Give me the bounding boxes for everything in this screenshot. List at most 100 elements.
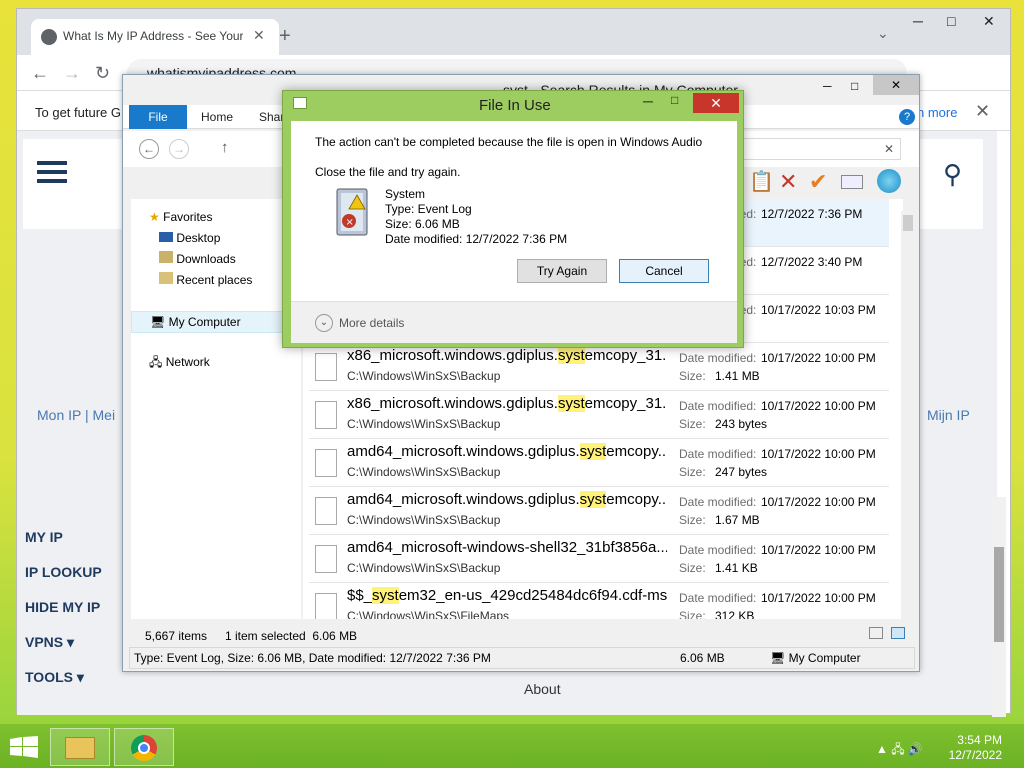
site-search-icon[interactable]: ⚲: [943, 159, 962, 190]
file-list-scrollbar[interactable]: [901, 211, 915, 621]
dialog-minimize-button[interactable]: ─: [643, 93, 653, 109]
file-path: C:\Windows\WinSxS\Backup: [347, 513, 501, 527]
computer-icon: 🖥: [770, 651, 786, 665]
list-item[interactable]: amd64_microsoft.windows.gdiplus.systemco…: [309, 439, 889, 487]
status-bar: 5,667 items 1 item selected 6.06 MB: [123, 623, 919, 647]
dialog-title: File In Use: [479, 97, 551, 114]
nav-downloads[interactable]: Downloads: [149, 249, 299, 270]
star-icon: ★: [149, 210, 160, 224]
nav-desktop[interactable]: Desktop: [149, 228, 299, 249]
dialog-instruction: Close the file and try again.: [315, 165, 461, 179]
tiles-view-icon[interactable]: [891, 627, 905, 639]
tab-share[interactable]: Shar: [259, 110, 284, 124]
scrollbar-thumb[interactable]: [994, 547, 1004, 642]
nav-favorites[interactable]: ★ Favorites: [149, 207, 299, 228]
about-link[interactable]: About: [524, 681, 561, 697]
selection-info: 1 item selected 6.06 MB: [225, 629, 358, 643]
list-item[interactable]: $$_system32_en-us_429cd25484dc6f94.cdf-m…: [309, 583, 889, 619]
dialog-body: The action can't be completed because th…: [291, 121, 737, 343]
tab-home[interactable]: Home: [201, 110, 233, 124]
file-name: amd64_microsoft-windows-shell32_31bf3856…: [347, 539, 667, 556]
chrome-tab-strip: What Is My IP Address - See Your ✕ + ⌄ ─…: [17, 9, 1010, 55]
chevron-down-icon[interactable]: ⌄: [315, 314, 333, 332]
folder-icon: [65, 737, 95, 759]
language-links[interactable]: Mon IP | Mei: [37, 407, 115, 423]
tab-file[interactable]: File: [129, 105, 187, 129]
details-view-icon[interactable]: [869, 627, 883, 639]
list-item[interactable]: x86_microsoft.windows.gdiplus.systemcopy…: [309, 343, 889, 391]
nav-recent-places[interactable]: Recent places: [149, 270, 299, 291]
file-path: C:\Windows\WinSxS\FileMaps: [347, 609, 510, 619]
clock[interactable]: 3:54 PM 12/7/2022: [940, 733, 1002, 763]
file-name: x86_microsoft.windows.gdiplus.systemcopy…: [347, 347, 667, 364]
tab-close-icon[interactable]: ✕: [253, 27, 265, 44]
file-name: x86_microsoft.windows.gdiplus.systemcopy…: [347, 395, 667, 412]
minimize-button[interactable]: ─: [913, 13, 923, 29]
up-icon[interactable]: ↑: [221, 139, 229, 156]
svg-text:×: ×: [346, 217, 354, 228]
more-details-toggle[interactable]: More details: [339, 316, 404, 330]
file-path: C:\Windows\WinSxS\Backup: [347, 561, 501, 575]
checkmark-icon[interactable]: ✔: [809, 169, 827, 195]
browser-tab[interactable]: What Is My IP Address - See Your ✕: [31, 19, 279, 55]
info-bar-text: To get future G: [35, 105, 121, 120]
file-path: C:\Windows\WinSxS\Backup: [347, 417, 501, 431]
tab-search-icon[interactable]: ⌄: [877, 25, 889, 42]
nav-my-computer[interactable]: 🖥 My Computer: [131, 311, 301, 333]
close-button[interactable]: ✕: [983, 13, 995, 30]
maximize-button[interactable]: □: [947, 13, 955, 29]
clear-search-icon[interactable]: ✕: [884, 142, 894, 156]
file-name: $$_system32_en-us_429cd25484dc6f94.cdf-m…: [347, 587, 667, 604]
forward-icon[interactable]: →: [63, 63, 81, 84]
file-icon: [315, 497, 337, 525]
back-icon[interactable]: ←: [139, 139, 159, 159]
forward-icon[interactable]: →: [169, 139, 189, 159]
file-name: amd64_microsoft.windows.gdiplus.systemco…: [347, 443, 667, 460]
close-button[interactable]: ✕: [873, 75, 919, 95]
dialog-message: The action can't be completed because th…: [315, 135, 703, 149]
details-size: 6.06 MB: [680, 651, 725, 665]
file-info-size: Size: 6.06 MB: [385, 217, 460, 231]
globe-icon: [41, 29, 57, 45]
window-icon[interactable]: [841, 175, 863, 189]
file-in-use-dialog: File In Use ─ □ ✕ The action can't be co…: [282, 90, 744, 348]
delete-icon[interactable]: ✕: [779, 169, 797, 195]
new-tab-button[interactable]: +: [279, 25, 291, 48]
dialog-maximize-button[interactable]: □: [671, 93, 678, 107]
info-bar-close-icon[interactable]: ✕: [975, 101, 990, 122]
file-icon: [315, 401, 337, 429]
clipboard-icon[interactable]: 📋: [749, 169, 774, 194]
list-item[interactable]: amd64_microsoft.windows.gdiplus.systemco…: [309, 487, 889, 535]
dialog-close-button[interactable]: ✕: [693, 93, 739, 113]
file-info: System Type: Event Log Size: 6.06 MB Dat…: [385, 187, 567, 247]
minimize-button[interactable]: ─: [823, 79, 832, 93]
file-icon: [315, 353, 337, 381]
learn-more-link[interactable]: n more: [917, 105, 957, 120]
back-icon[interactable]: ←: [31, 63, 49, 84]
list-item[interactable]: x86_microsoft.windows.gdiplus.systemcopy…: [309, 391, 889, 439]
network-icon: 🖧: [149, 355, 163, 369]
maximize-button[interactable]: □: [851, 79, 858, 93]
file-icon: [315, 449, 337, 477]
system-tray[interactable]: ▲ 🖧 🔊: [876, 740, 923, 761]
help-icon[interactable]: ?: [899, 109, 915, 125]
page-scrollbar[interactable]: [992, 497, 1006, 717]
list-item[interactable]: amd64_microsoft-windows-shell32_31bf3856…: [309, 535, 889, 583]
scrollbar-thumb[interactable]: [903, 215, 913, 231]
reload-icon[interactable]: ↻: [95, 63, 110, 84]
try-again-button[interactable]: Try Again: [517, 259, 607, 283]
taskbar-chrome[interactable]: [114, 728, 174, 766]
dialog-app-icon: [293, 97, 307, 109]
hamburger-menu-icon[interactable]: [37, 161, 67, 183]
desktop-icon: [159, 232, 173, 242]
taskbar-file-explorer[interactable]: [50, 728, 110, 766]
language-link-mijn-ip[interactable]: Mijn IP: [927, 407, 970, 423]
cancel-button[interactable]: Cancel: [619, 259, 709, 283]
explorer-search-box[interactable]: ✕: [743, 138, 901, 160]
windows-start-icon[interactable]: [10, 736, 38, 758]
globe-icon[interactable]: [877, 169, 901, 193]
file-name: amd64_microsoft.windows.gdiplus.systemco…: [347, 491, 667, 508]
clock-date: 12/7/2022: [948, 748, 1002, 762]
nav-tools[interactable]: TOOLS ▾: [25, 669, 205, 704]
nav-network[interactable]: 🖧 Network: [149, 353, 299, 374]
